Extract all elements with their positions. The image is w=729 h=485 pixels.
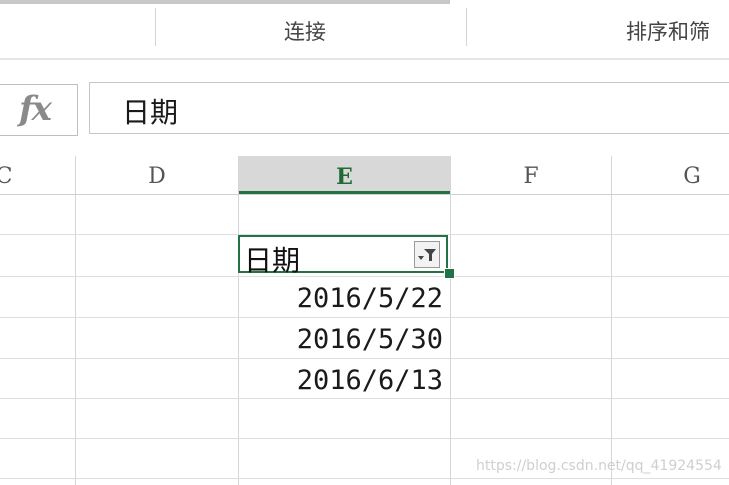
- cell-date-header: 日期: [244, 244, 301, 277]
- active-cell-e-header[interactable]: 日期: [238, 235, 448, 277]
- row-divider: [0, 398, 729, 399]
- column-header-c[interactable]: C: [0, 156, 14, 194]
- row-divider: [0, 317, 729, 318]
- filter-dropdown-icon: [418, 249, 436, 261]
- column-header-e[interactable]: E: [239, 156, 450, 194]
- column-divider: [450, 156, 451, 485]
- formula-content: 日期: [122, 96, 179, 129]
- row-divider: [0, 358, 729, 359]
- cell-date[interactable]: 2016/6/13: [240, 365, 443, 396]
- ribbon-group-separator: [466, 8, 467, 46]
- column-divider: [238, 156, 239, 485]
- formula-input[interactable]: 日期: [89, 82, 729, 134]
- watermark: https://blog.csdn.net/qq_41924554: [476, 458, 722, 474]
- insert-function-button[interactable]: fx: [0, 84, 78, 136]
- ribbon-group-sort-filter[interactable]: 排序和筛: [626, 16, 710, 46]
- ribbon-group-connections[interactable]: 连接: [284, 16, 326, 46]
- ribbon-group-separator: [155, 8, 156, 46]
- filter-dropdown-button[interactable]: [414, 241, 440, 268]
- column-header-row: C D E F G: [0, 156, 729, 195]
- column-divider: [611, 156, 612, 485]
- fill-handle[interactable]: [444, 268, 455, 279]
- column-header-d[interactable]: D: [76, 156, 238, 194]
- row-divider: [0, 478, 729, 479]
- function-icon: fx: [19, 89, 52, 129]
- column-header-g[interactable]: G: [612, 156, 729, 194]
- formula-bar: fx 日期: [0, 60, 729, 146]
- column-header-f[interactable]: F: [451, 156, 611, 194]
- cell-date[interactable]: 2016/5/30: [240, 324, 443, 355]
- cell-date[interactable]: 2016/5/22: [240, 283, 443, 314]
- ribbon: 连接 排序和筛: [0, 0, 729, 60]
- row-divider: [0, 276, 729, 277]
- column-divider: [75, 156, 76, 485]
- row-divider: [0, 438, 729, 439]
- ribbon-top-border: [0, 0, 450, 4]
